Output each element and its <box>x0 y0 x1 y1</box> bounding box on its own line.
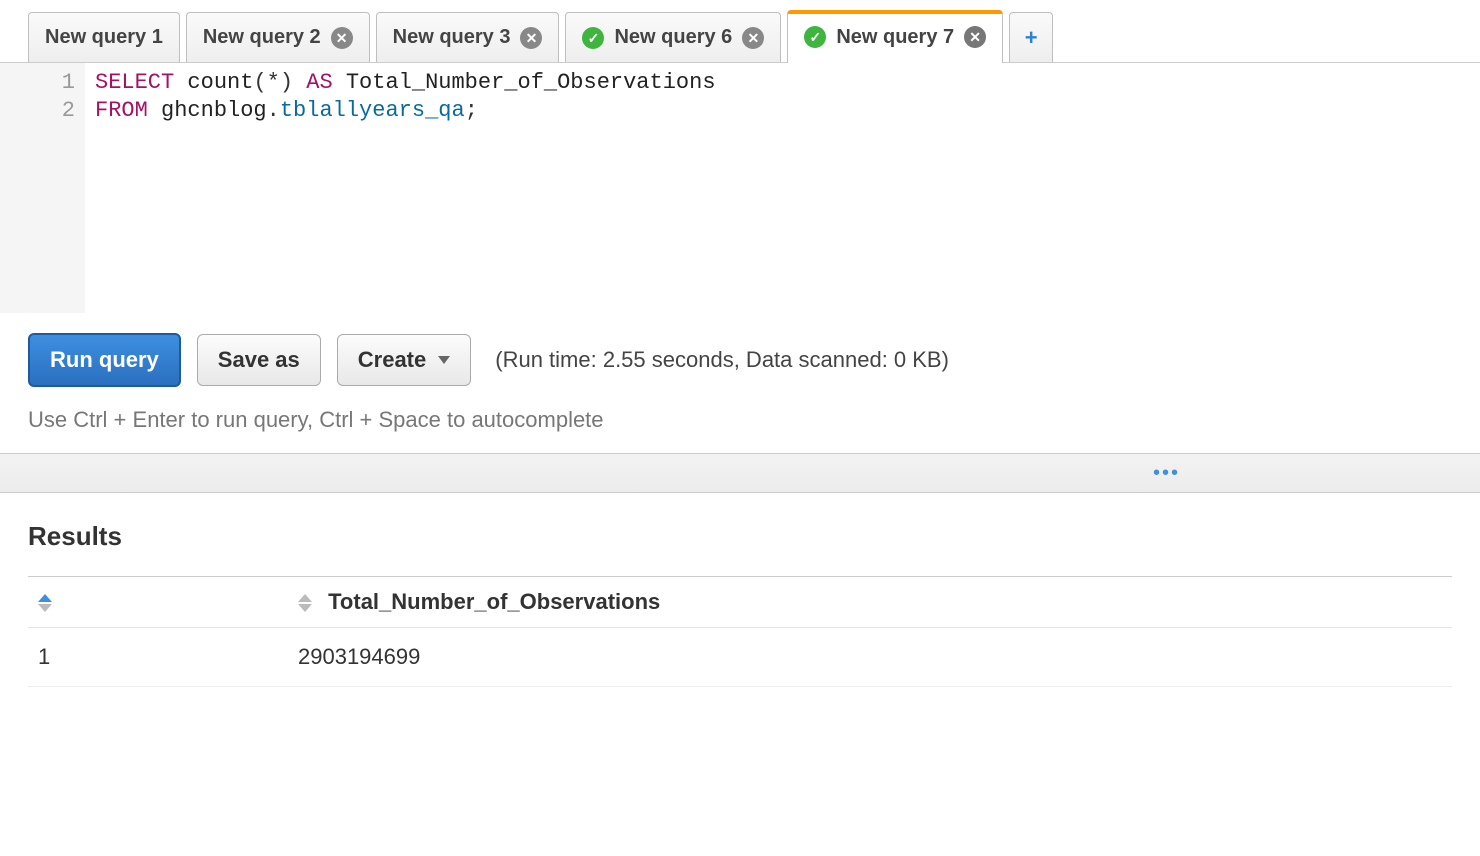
paren-close: ) <box>280 70 293 95</box>
query-editor[interactable]: 1 2 SELECT count(*) AS Total_Number_of_O… <box>0 63 1480 313</box>
row-number-cell: 1 <box>28 628 288 687</box>
close-icon[interactable]: ✕ <box>520 27 542 49</box>
dot: . <box>267 98 280 123</box>
tab-new-query-7[interactable]: ✓ New query 7 ✕ <box>787 10 1003 63</box>
data-cell: 2903194699 <box>288 628 1452 687</box>
results-table: Total_Number_of_Observations 1 290319469… <box>28 576 1452 687</box>
table-row[interactable]: 1 2903194699 <box>28 628 1452 687</box>
semicolon: ; <box>465 98 478 123</box>
line-number: 1 <box>0 69 75 97</box>
alias: Total_Number_of_Observations <box>346 70 716 95</box>
run-status-text: (Run time: 2.55 seconds, Data scanned: 0… <box>495 347 949 373</box>
row-number-header[interactable] <box>28 577 288 628</box>
tab-new-query-3[interactable]: New query 3 ✕ <box>376 12 560 62</box>
star: * <box>267 70 280 95</box>
close-icon[interactable]: ✕ <box>964 26 986 48</box>
check-icon: ✓ <box>804 26 826 48</box>
tab-label: New query 1 <box>45 26 163 49</box>
kw-from: FROM <box>95 98 148 123</box>
tab-label: New query 6 <box>614 26 732 49</box>
toolbar: Run query Save as Create (Run time: 2.55… <box>0 313 1480 397</box>
column-header[interactable]: Total_Number_of_Observations <box>288 577 1452 628</box>
save-as-button[interactable]: Save as <box>197 334 321 386</box>
table-header-row: Total_Number_of_Observations <box>28 577 1452 628</box>
tab-new-query-6[interactable]: ✓ New query 6 ✕ <box>565 12 781 62</box>
add-tab-button[interactable]: + <box>1009 12 1053 62</box>
create-label: Create <box>358 347 426 373</box>
close-icon[interactable]: ✕ <box>742 27 764 49</box>
line-number: 2 <box>0 97 75 125</box>
results-heading: Results <box>28 521 1452 552</box>
check-icon: ✓ <box>582 27 604 49</box>
tabs-row: New query 1 New query 2 ✕ New query 3 ✕ … <box>0 0 1480 63</box>
plus-icon: + <box>1025 25 1038 51</box>
run-query-button[interactable]: Run query <box>28 333 181 387</box>
tab-new-query-2[interactable]: New query 2 ✕ <box>186 12 370 62</box>
close-icon[interactable]: ✕ <box>331 27 353 49</box>
fn-count: count <box>187 70 253 95</box>
editor-content[interactable]: SELECT count(*) AS Total_Number_of_Obser… <box>85 63 1480 313</box>
create-button[interactable]: Create <box>337 334 471 386</box>
tab-new-query-1[interactable]: New query 1 <box>28 12 180 62</box>
column-label: Total_Number_of_Observations <box>328 589 660 614</box>
chevron-down-icon <box>438 356 450 364</box>
drag-handle-icon[interactable]: ••• <box>1153 463 1180 483</box>
panel-divider[interactable]: ••• <box>0 453 1480 493</box>
kw-select: SELECT <box>95 70 174 95</box>
sort-icon[interactable] <box>38 594 52 612</box>
tab-label: New query 7 <box>836 26 954 49</box>
editor-gutter: 1 2 <box>0 63 85 313</box>
results-section: Results Total_Number_of_Observations 1 2… <box>0 493 1480 715</box>
shortcut-hint: Use Ctrl + Enter to run query, Ctrl + Sp… <box>0 397 1480 453</box>
tab-label: New query 2 <box>203 26 321 49</box>
table-name: tblallyears_qa <box>280 98 465 123</box>
paren-open: ( <box>253 70 266 95</box>
kw-as: AS <box>306 70 332 95</box>
tab-label: New query 3 <box>393 26 511 49</box>
db-name: ghcnblog <box>161 98 267 123</box>
sort-icon[interactable] <box>298 594 312 612</box>
